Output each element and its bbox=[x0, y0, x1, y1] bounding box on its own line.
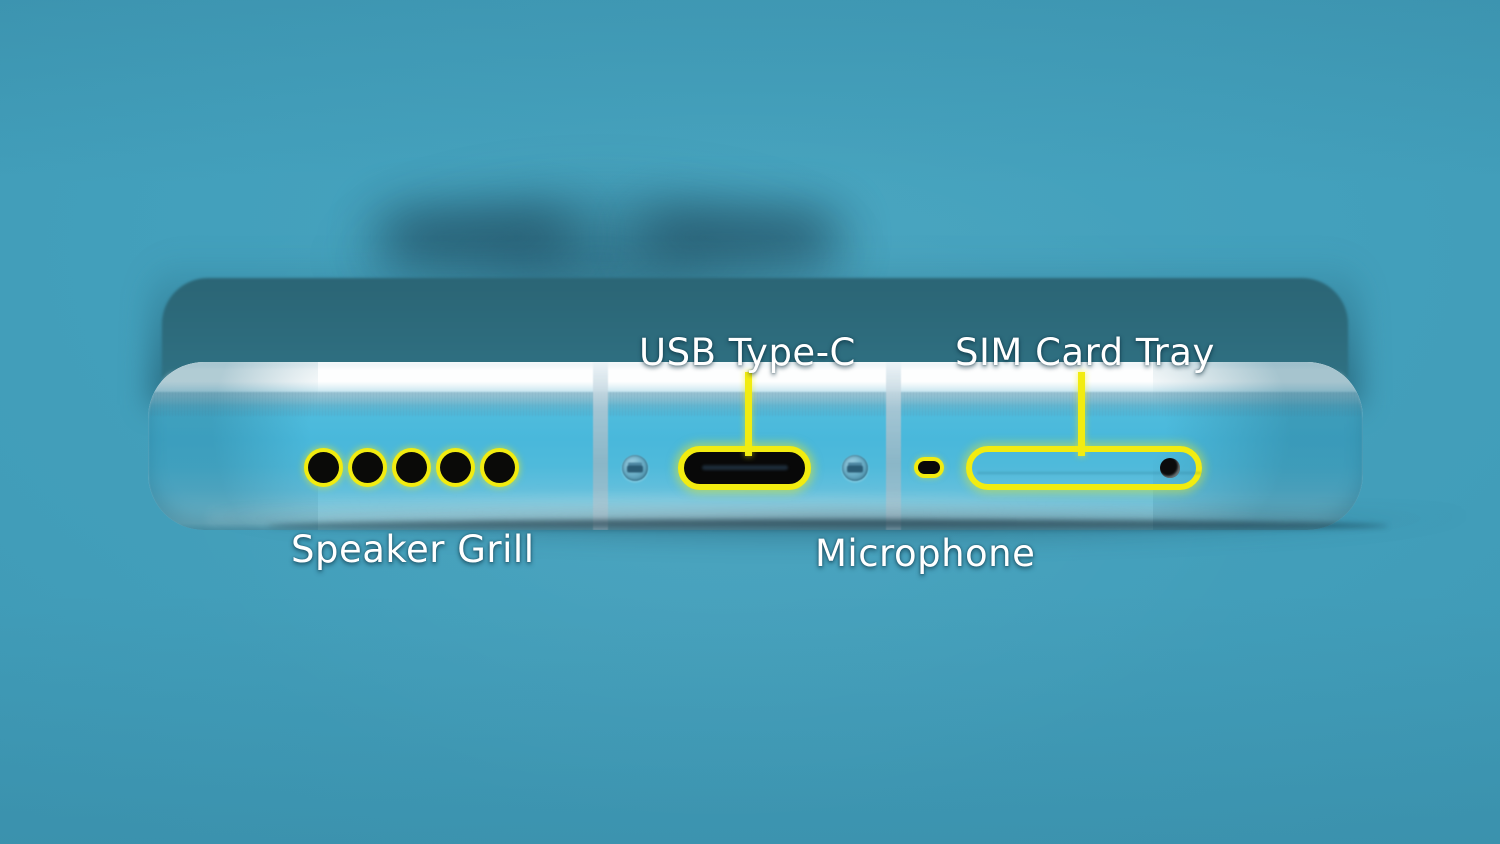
usb-type-c-leader-line bbox=[745, 372, 752, 456]
usb-type-c-label: USB Type-C bbox=[639, 331, 856, 374]
speaker-hole bbox=[484, 452, 515, 483]
speaker-hole bbox=[308, 452, 339, 483]
speaker-hole bbox=[352, 452, 383, 483]
speaker-grill-label: Speaker Grill bbox=[291, 528, 535, 571]
speaker-grill-holes bbox=[308, 452, 515, 483]
sim-card-tray-label: SIM Card Tray bbox=[955, 331, 1215, 374]
speaker-hole bbox=[396, 452, 427, 483]
screenshot-canvas: USB Type-C SIM Card Tray Speaker Grill M… bbox=[0, 0, 1500, 844]
sim-card-tray-leader-line bbox=[1078, 372, 1085, 456]
speaker-hole bbox=[440, 452, 471, 483]
microphone-label: Microphone bbox=[815, 532, 1036, 575]
microphone-hole bbox=[918, 461, 940, 474]
frame-screw-right bbox=[842, 455, 868, 481]
phone-bottom-edge bbox=[148, 278, 1468, 552]
sim-eject-pinhole bbox=[1160, 458, 1180, 478]
usb-port-tongue bbox=[701, 465, 788, 471]
frame-screw-left bbox=[622, 455, 648, 481]
phone-frame-body bbox=[148, 362, 1363, 530]
